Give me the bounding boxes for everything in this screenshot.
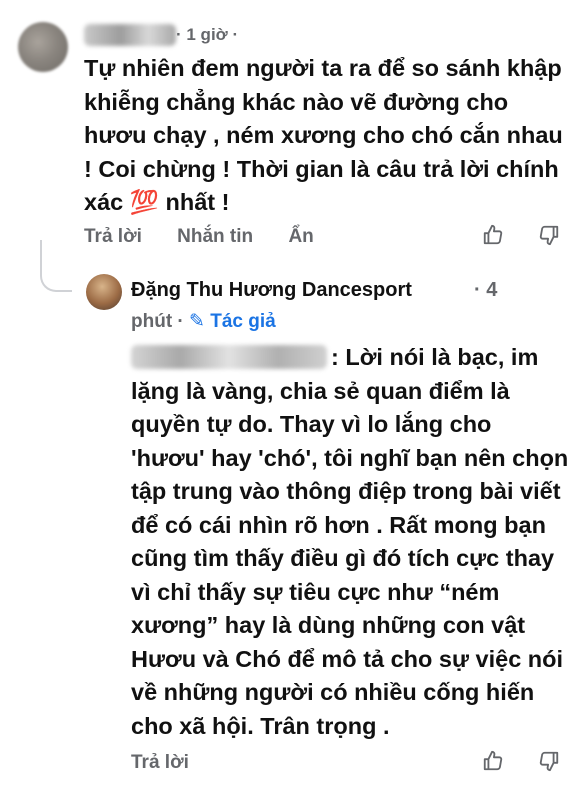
author-badge: ✎ Tác giả: [189, 311, 276, 332]
avatar[interactable]: [18, 22, 68, 72]
reply-reply-button[interactable]: Trả lời: [131, 752, 189, 773]
reply-author-name[interactable]: Đặng Thu Hương Dancesport: [131, 279, 412, 302]
reply-meta: phút · ✎ Tác giả: [131, 310, 276, 333]
thumbs-down-icon[interactable]: [538, 224, 560, 252]
reply-time: · 4: [474, 279, 498, 301]
reply-text: : Lời nói là bạc, im lặng là vàng, chia …: [131, 344, 569, 739]
blurred-commenter-name[interactable]: [84, 24, 176, 46]
comment-text: Tự nhiên đem người ta ra để so sánh khập…: [84, 55, 563, 215]
author-avatar[interactable]: [86, 274, 122, 310]
reply-actions: Trả lời: [131, 752, 189, 774]
comment-time: · 1 giờ ·: [176, 25, 239, 44]
thumbs-up-icon[interactable]: [482, 224, 504, 252]
reply-time-unit: phút ·: [131, 311, 184, 332]
thumbs-down-icon[interactable]: [538, 750, 560, 778]
hide-button[interactable]: Ẩn: [288, 226, 313, 247]
thread-connector: [40, 240, 72, 292]
comment-actions: Trả lời Nhắn tin Ẩn: [84, 226, 344, 248]
thumbs-up-icon[interactable]: [482, 750, 504, 778]
reply-text-block: : Lời nói là bạc, im lặng là vàng, chia …: [131, 341, 571, 743]
message-button[interactable]: Nhắn tin: [177, 226, 253, 247]
reply-button[interactable]: Trả lời: [84, 226, 142, 247]
